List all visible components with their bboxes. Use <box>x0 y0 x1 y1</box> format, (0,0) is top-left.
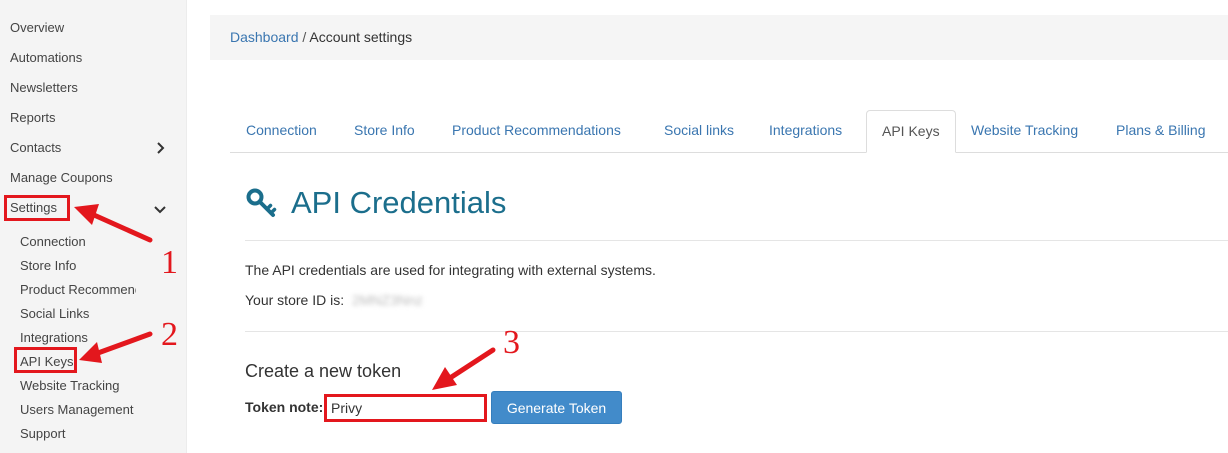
tab-social-links[interactable]: Social links <box>664 110 734 151</box>
page-title: API Credentials <box>291 185 507 220</box>
sidebar-subitem-website-tracking[interactable]: Website Tracking <box>20 378 136 393</box>
annotation-box-settings <box>4 195 70 221</box>
api-description: The API credentials are used for integra… <box>245 262 656 278</box>
divider <box>245 240 1228 241</box>
annotation-step-2: 2 <box>161 316 178 353</box>
sidebar-item-manage-coupons[interactable]: Manage Coupons <box>10 170 113 185</box>
sidebar-item-newsletters[interactable]: Newsletters <box>10 80 78 95</box>
annotation-step-1: 1 <box>161 244 178 281</box>
tab-api-keys[interactable]: API Keys <box>866 110 956 153</box>
sidebar-item-automations[interactable]: Automations <box>10 50 82 65</box>
breadcrumb-current: Account settings <box>309 29 413 45</box>
breadcrumb-separator: / <box>298 29 310 45</box>
sidebar-subitem-integrations[interactable]: Integrations <box>20 330 136 345</box>
key-icon <box>246 188 277 217</box>
settings-tabs: Connection Store Info Product Recommenda… <box>230 110 1228 153</box>
store-id-value: 2MNZ3Nnz <box>351 292 423 308</box>
token-note-input[interactable] <box>324 394 487 422</box>
chevron-down-icon[interactable] <box>154 205 166 215</box>
tab-plans-billing[interactable]: Plans & Billing <box>1116 110 1206 151</box>
chevron-right-icon[interactable] <box>156 142 166 154</box>
tab-website-tracking[interactable]: Website Tracking <box>971 110 1078 151</box>
sidebar-subitem-product-recommendations[interactable]: Product Recommendations <box>20 282 136 297</box>
generate-token-button[interactable]: Generate Token <box>491 391 622 424</box>
sidebar-subitem-store-info[interactable]: Store Info <box>20 258 136 273</box>
breadcrumb-dashboard-link[interactable]: Dashboard <box>230 29 299 45</box>
create-token-heading: Create a new token <box>245 361 402 381</box>
tab-integrations[interactable]: Integrations <box>769 110 842 151</box>
sidebar-item-overview[interactable]: Overview <box>10 20 64 35</box>
tab-store-info[interactable]: Store Info <box>354 110 415 151</box>
tab-product-recommendations[interactable]: Product Recommendations <box>452 110 621 151</box>
tab-connection[interactable]: Connection <box>246 110 317 151</box>
store-id-row: Your store ID is: 2MNZ3Nnz <box>245 292 423 308</box>
divider <box>245 331 1228 332</box>
sidebar-subitem-social-links[interactable]: Social Links <box>20 306 136 321</box>
store-id-label: Your store ID is: <box>245 292 345 308</box>
annotation-step-3: 3 <box>503 324 520 361</box>
breadcrumb: Dashboard / Account settings <box>210 15 1228 60</box>
sidebar-subitem-support[interactable]: Support <box>20 426 136 441</box>
token-note-label: Token note: <box>245 399 324 415</box>
annotation-box-api-keys <box>14 347 77 373</box>
sidebar-item-contacts[interactable]: Contacts <box>10 140 61 155</box>
sidebar-subitem-users-management[interactable]: Users Management <box>20 402 136 417</box>
sidebar-item-reports[interactable]: Reports <box>10 110 56 125</box>
sidebar-subitem-connection[interactable]: Connection <box>20 234 136 249</box>
sidebar: Overview Automations Newsletters Reports… <box>0 0 187 453</box>
